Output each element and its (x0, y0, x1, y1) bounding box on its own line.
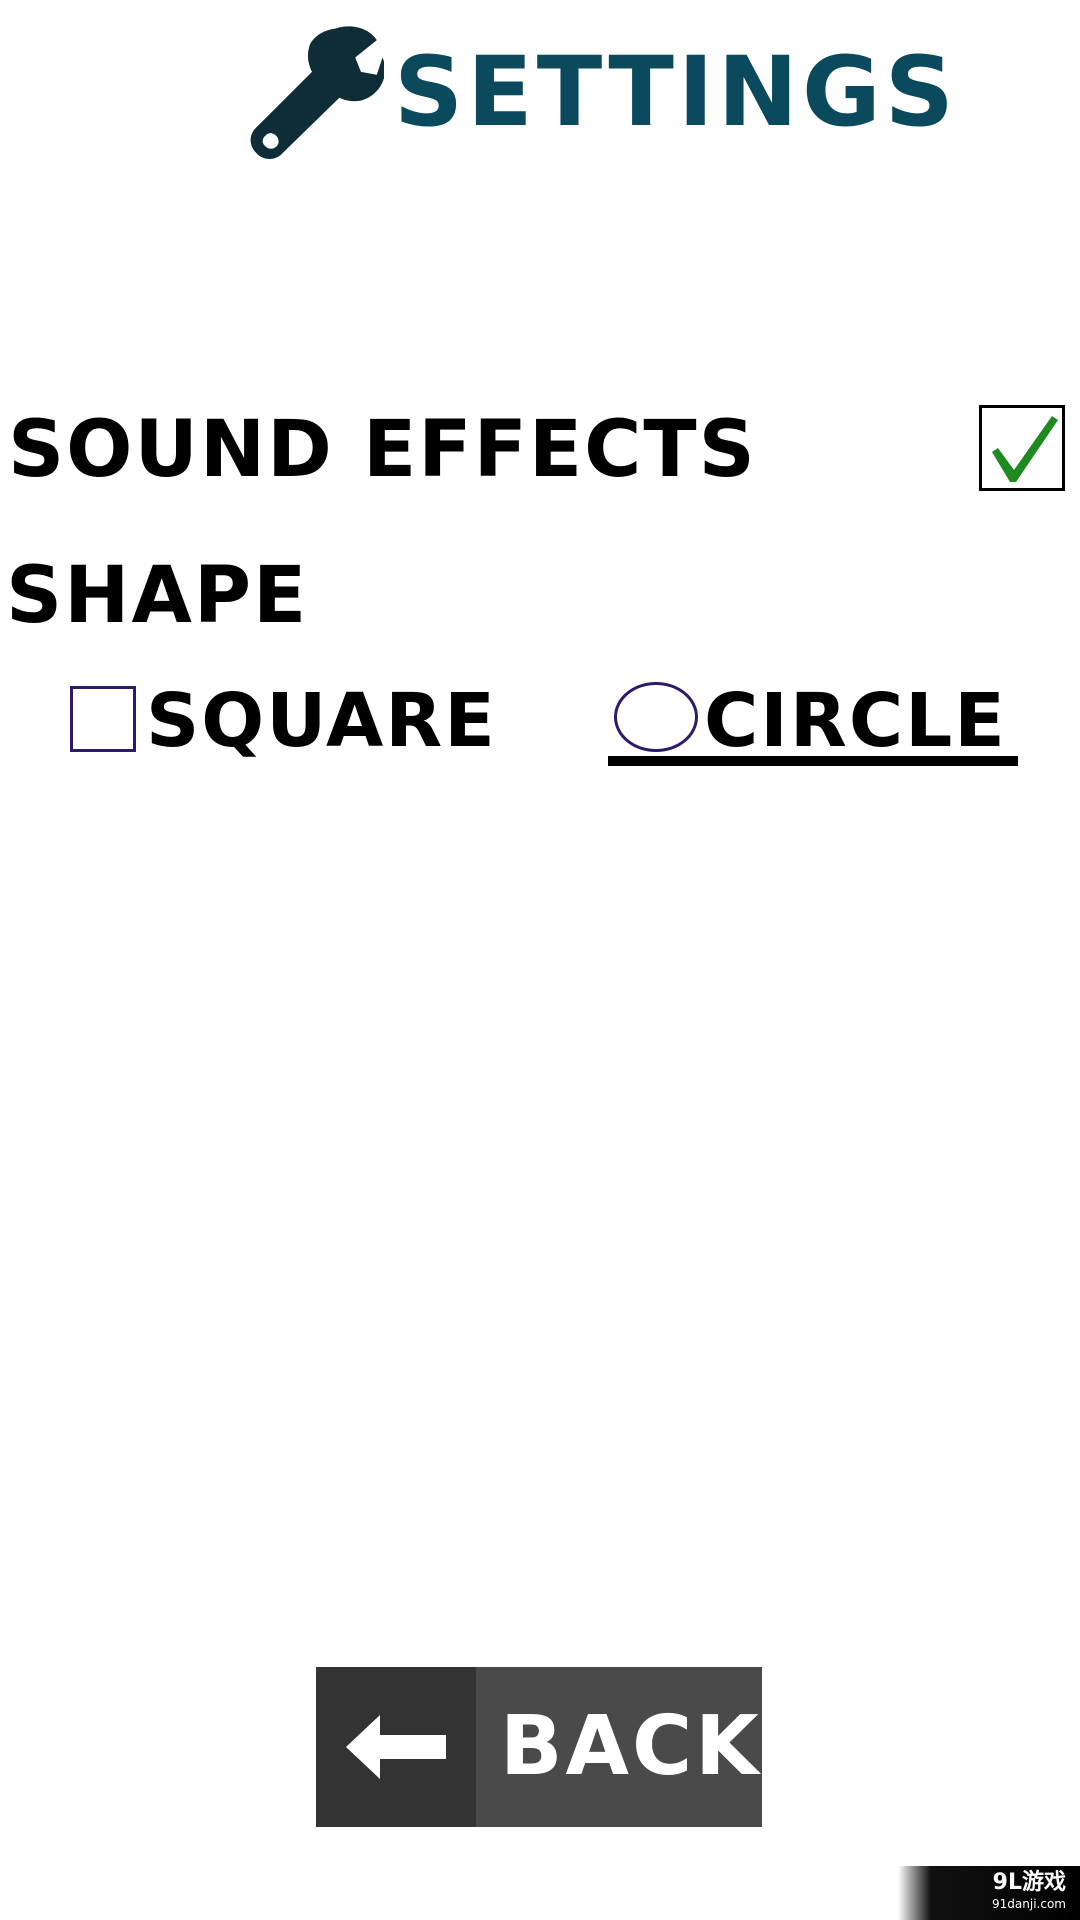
settings-header: SETTINGS (0, 14, 1080, 164)
back-button[interactable]: BACK (316, 1667, 762, 1827)
square-outline-icon (70, 686, 136, 752)
shape-option-circle-label: CIRCLE (704, 678, 1007, 764)
watermark-title: 9L游戏 (992, 1870, 1066, 1895)
circle-outline-icon (614, 682, 698, 752)
arrow-left-icon (346, 1715, 446, 1779)
page-title: SETTINGS (394, 36, 958, 148)
shape-option-circle[interactable]: CIRCLE (608, 672, 1018, 768)
shape-option-square[interactable]: SQUARE (68, 672, 508, 768)
sound-effects-label: SOUND EFFECTS (8, 405, 757, 495)
shape-label: SHAPE (6, 551, 309, 641)
wrench-icon (250, 26, 384, 159)
back-button-label: BACK (500, 1699, 762, 1794)
shape-option-square-label: SQUARE (146, 678, 497, 764)
sound-effects-checkbox[interactable] (979, 405, 1065, 491)
watermark: 9L游戏 91danji.com (898, 1866, 1080, 1920)
back-arrow-box (316, 1667, 476, 1827)
selected-underline (608, 756, 1018, 766)
watermark-subtitle: 91danji.com (992, 1897, 1066, 1911)
checkmark-icon (992, 416, 1058, 482)
